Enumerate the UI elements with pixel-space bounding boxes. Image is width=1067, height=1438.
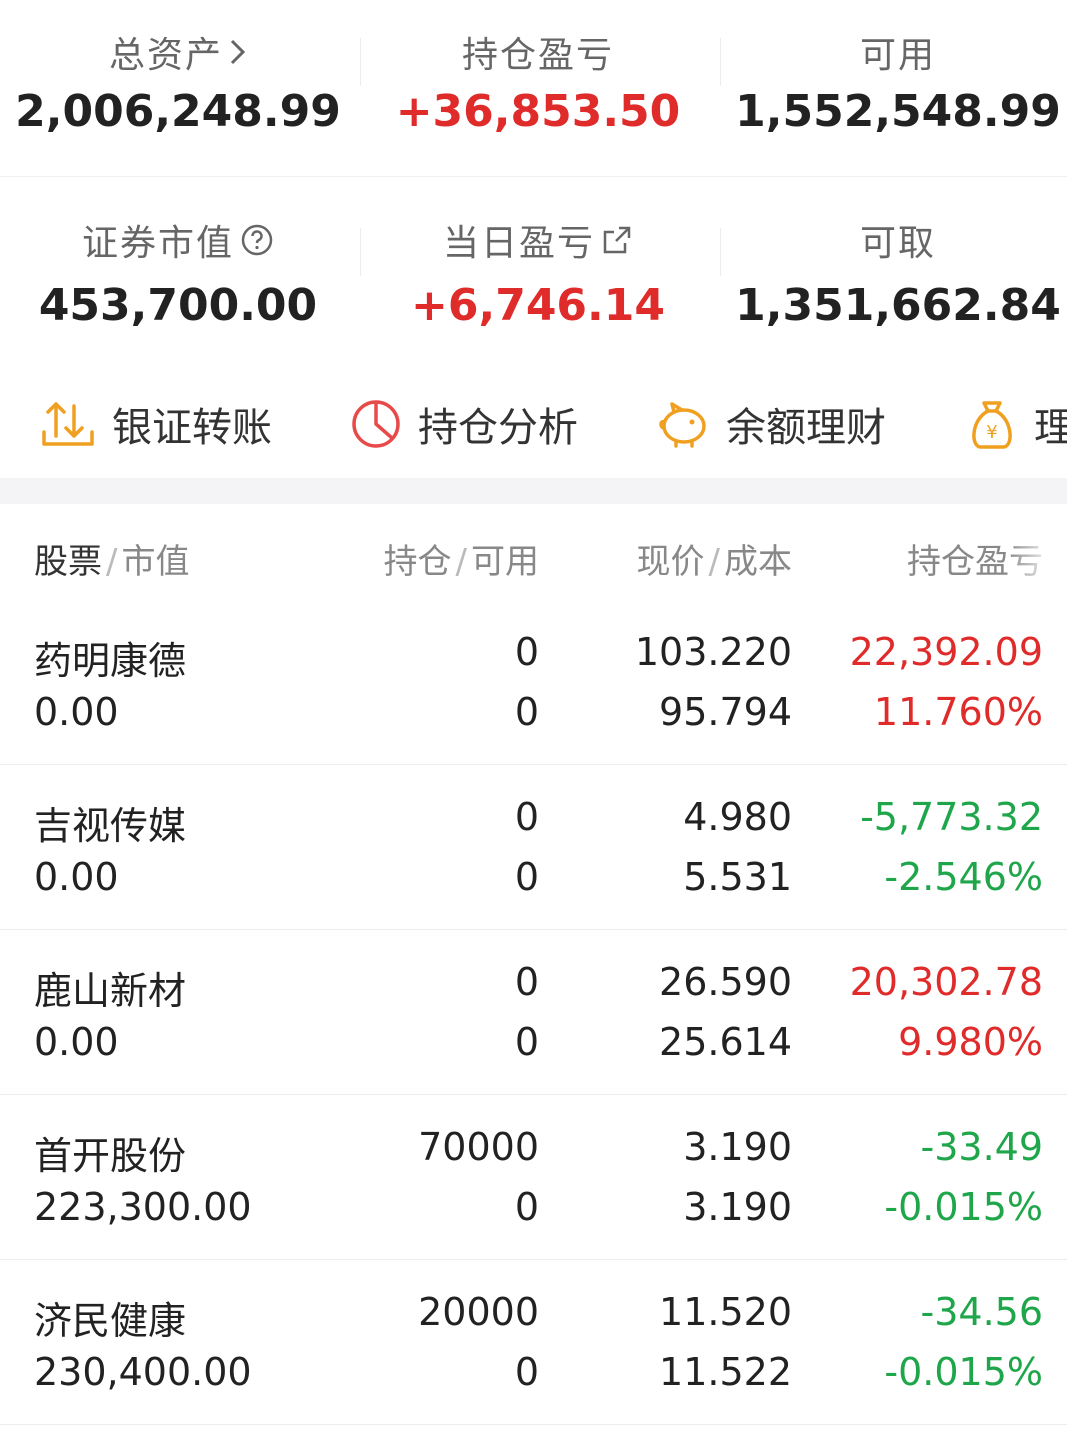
stock-cost: 3.190 xyxy=(683,1185,792,1229)
daily-pl-value: +6,746.14 xyxy=(411,280,665,331)
external-link-icon[interactable] xyxy=(601,224,633,256)
transfer-icon xyxy=(42,402,94,446)
stock-pl: -34.56 xyxy=(920,1290,1044,1334)
market-value-label: 证券市值 xyxy=(0,214,356,266)
stock-pl: 20,302.78 xyxy=(849,960,1043,1004)
header-fade xyxy=(1007,524,1067,584)
daily-pl-cell[interactable]: 当日盈亏 +6,746.14 xyxy=(360,0,716,366)
table-row[interactable]: 首开股份 223,300.00 70000 0 3.190 3.190 -33.… xyxy=(0,1095,1067,1260)
balance-wealth-button[interactable]: 余额理财 xyxy=(656,384,886,464)
section-gap xyxy=(0,478,1067,504)
stock-market-value: 0.00 xyxy=(34,855,119,899)
daily-pl-label: 当日盈亏 xyxy=(360,214,716,266)
stock-available: 0 xyxy=(514,855,539,899)
help-icon[interactable] xyxy=(240,223,274,257)
stock-cost: 95.794 xyxy=(659,690,792,734)
stock-cost: 25.614 xyxy=(659,1020,792,1064)
stock-price: 4.980 xyxy=(683,795,792,839)
stock-price: 11.520 xyxy=(659,1290,792,1334)
stock-market-value: 0.00 xyxy=(34,1020,119,1064)
stock-position: 0 xyxy=(514,795,539,839)
stock-available: 0 xyxy=(514,1020,539,1064)
holdings-page: 总资产 2,006,248.99 持仓盈亏 +36,853.50 可用 1,55… xyxy=(0,0,1067,1438)
stock-pl: -5,773.32 xyxy=(860,795,1043,839)
table-row[interactable]: 吉视传媒 0.00 0 0 4.980 5.531 -5,773.32 -2.5… xyxy=(0,765,1067,930)
pie-chart-icon xyxy=(352,400,400,448)
table-row[interactable]: 药明康德 0.00 0 0 103.220 95.794 22,392.09 1… xyxy=(0,600,1067,765)
stock-available: 0 xyxy=(514,1185,539,1229)
stock-price: 3.190 xyxy=(683,1125,792,1169)
stock-cost: 11.522 xyxy=(659,1350,792,1394)
header-price-cost[interactable]: 现价 / 成本 xyxy=(637,534,792,583)
table-row[interactable]: 济民健康 230,400.00 20000 0 11.520 11.522 -3… xyxy=(0,1260,1067,1425)
holdings-table-header: 股票 / 市值 持仓 / 可用 现价 / 成本 持仓盈亏 xyxy=(0,504,1067,600)
withdrawable-label: 可取 xyxy=(859,223,936,264)
stock-price: 26.590 xyxy=(659,960,792,1004)
stock-pl-percent: -0.015% xyxy=(884,1185,1043,1229)
stock-position: 20000 xyxy=(418,1290,539,1334)
stock-pl-percent: -0.015% xyxy=(884,1350,1043,1394)
stock-available: 0 xyxy=(514,1350,539,1394)
withdrawable-value: 1,351,662.84 xyxy=(735,280,1061,331)
stock-name: 药明康德 xyxy=(34,639,187,683)
wealth-button[interactable]: ¥ 理 xyxy=(966,384,1067,464)
stock-pl-percent: 11.760% xyxy=(873,690,1043,734)
svg-text:¥: ¥ xyxy=(986,422,997,443)
money-bag-icon: ¥ xyxy=(972,401,1012,449)
stock-market-value: 0.00 xyxy=(34,690,119,734)
stock-name: 吉视传媒 xyxy=(34,804,187,848)
stock-market-value: 223,300.00 xyxy=(34,1185,252,1229)
withdrawable-cell: 可取 1,351,662.84 xyxy=(720,0,1067,366)
market-value-cell: 证券市值 453,700.00 xyxy=(0,0,356,366)
header-stock-market-value[interactable]: 股票 / 市值 xyxy=(34,534,189,583)
table-row[interactable]: 鹿山新材 0.00 0 0 26.590 25.614 20,302.78 9.… xyxy=(0,930,1067,1095)
market-value-value: 453,700.00 xyxy=(38,280,318,331)
position-analysis-button[interactable]: 持仓分析 xyxy=(350,384,578,464)
stock-market-value: 230,400.00 xyxy=(34,1350,252,1394)
quick-actions: 银证转账 持仓分析 余额理财 ¥ 理 xyxy=(0,384,1067,464)
stock-position: 70000 xyxy=(418,1125,539,1169)
stock-position: 0 xyxy=(514,630,539,674)
bank-transfer-button[interactable]: 银证转账 xyxy=(40,384,272,464)
stock-pl-percent: -2.546% xyxy=(884,855,1043,899)
stock-pl: 22,392.09 xyxy=(849,630,1043,674)
stock-cost: 5.531 xyxy=(683,855,792,899)
stock-available: 0 xyxy=(514,690,539,734)
stock-name: 鹿山新材 xyxy=(34,969,187,1013)
stock-position: 0 xyxy=(514,960,539,1004)
piggy-bank-icon xyxy=(659,402,706,448)
stock-price: 103.220 xyxy=(634,630,792,674)
header-position-available[interactable]: 持仓 / 可用 xyxy=(384,534,539,583)
stock-name: 首开股份 xyxy=(34,1134,187,1178)
stock-pl: -33.49 xyxy=(920,1125,1044,1169)
stock-pl-percent: 9.980% xyxy=(898,1020,1043,1064)
stock-name: 济民健康 xyxy=(34,1299,187,1343)
